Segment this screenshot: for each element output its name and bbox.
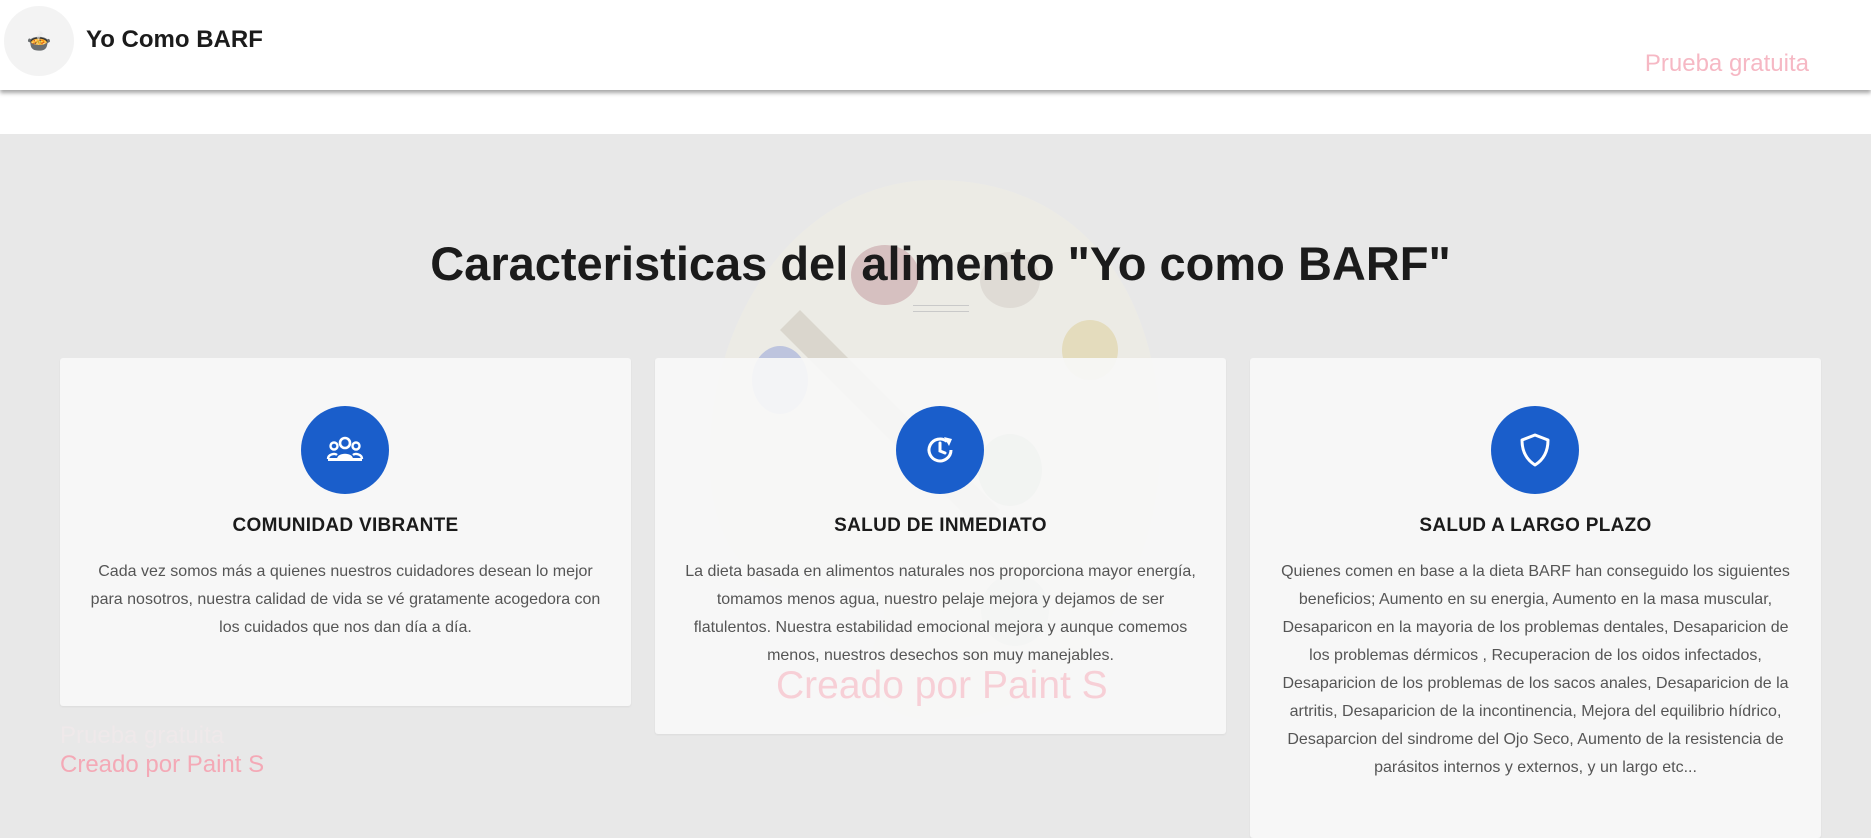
shield-icon xyxy=(1491,406,1579,494)
food-bowl-icon: 🍲 xyxy=(26,30,52,53)
title-divider xyxy=(913,305,969,312)
watermark-text: Creado por Paint S xyxy=(776,664,1108,707)
logo[interactable]: 🍲 xyxy=(4,6,74,76)
card-title: COMUNIDAD VIBRANTE xyxy=(232,515,459,536)
refresh-clock-icon xyxy=(896,406,984,494)
watermark-text-faint: Prueba gratuita xyxy=(60,722,225,749)
card-title: SALUD A LARGO PLAZO xyxy=(1419,515,1652,536)
site-header: 🍲 Yo Como BARF Prueba gratuita xyxy=(0,0,1871,90)
brand-name[interactable]: Yo Como BARF xyxy=(86,26,263,54)
card-text: La dieta basada en alimentos naturales n… xyxy=(685,563,1196,664)
card-title: SALUD DE INMEDIATO xyxy=(834,515,1047,536)
feature-card-community: COMUNIDAD VIBRANTE Cada vez somos más a … xyxy=(60,358,631,706)
trial-link[interactable]: Prueba gratuita xyxy=(1645,50,1809,78)
feature-card-long-term-health: SALUD A LARGO PLAZO Quienes comen en bas… xyxy=(1250,358,1821,838)
watermark-text: Creado por Paint S xyxy=(60,751,265,778)
community-icon xyxy=(301,406,389,494)
section-title: Caracteristicas del alimento "Yo como BA… xyxy=(430,237,1451,290)
card-text: Cada vez somos más a quienes nuestros cu… xyxy=(90,563,601,636)
card-text: Quienes comen en base a la dieta BARF ha… xyxy=(1281,563,1790,776)
header-spacer xyxy=(0,90,1871,134)
